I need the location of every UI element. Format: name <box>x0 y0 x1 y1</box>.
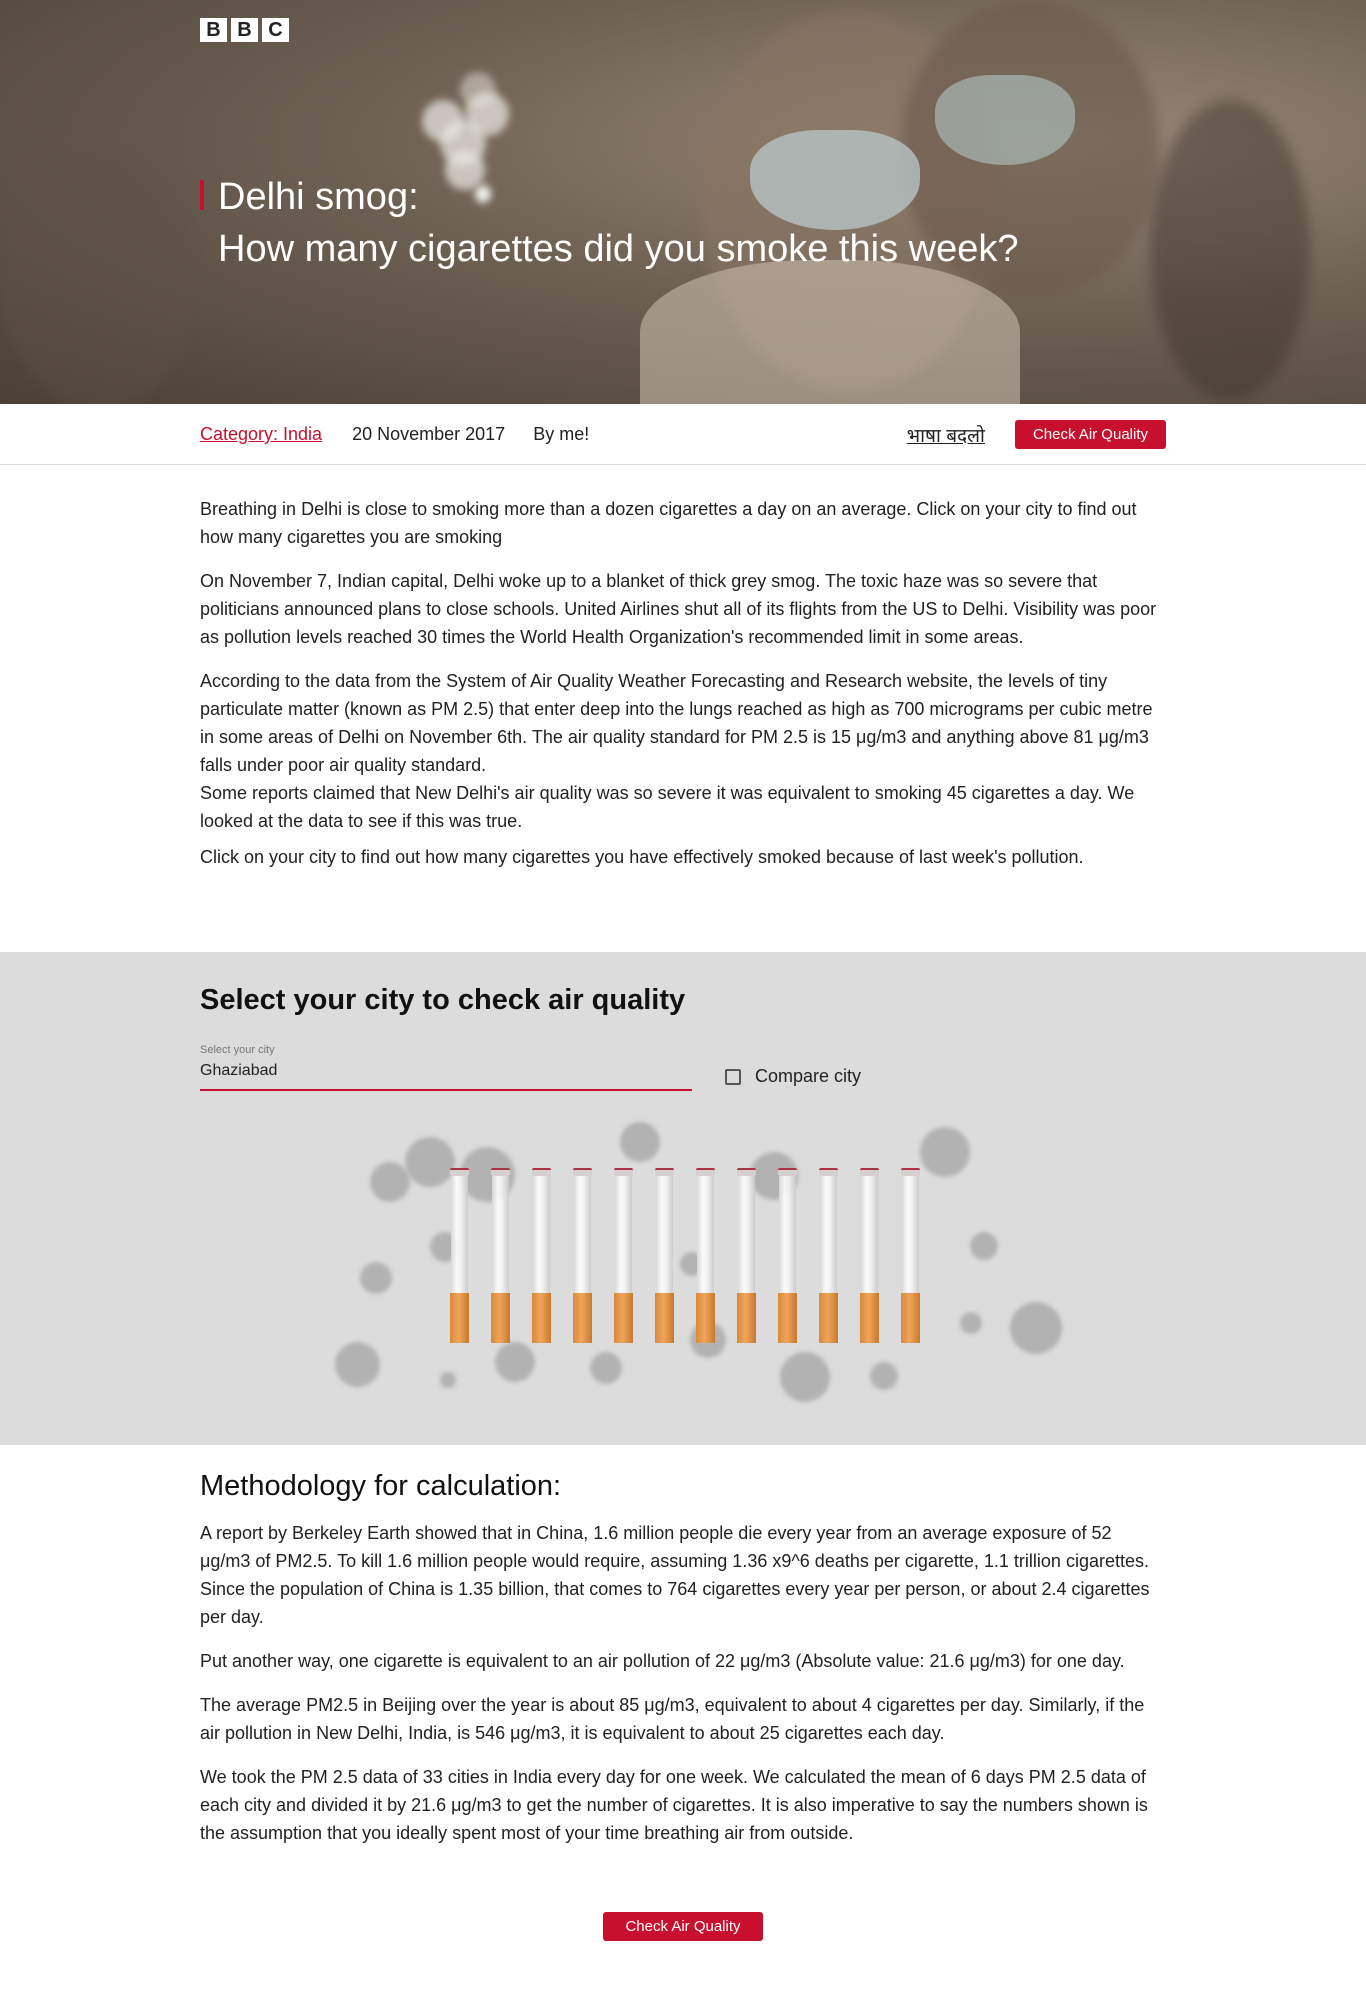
cigarette-icon <box>819 1168 838 1343</box>
author-byline: By me! <box>533 424 590 444</box>
meta-bar: Category: India 20 November 2017 By me! … <box>0 404 1366 465</box>
section-heading: Select your city to check air quality <box>200 984 686 1016</box>
methodology-paragraph: We took the PM 2.5 data of 33 cities in … <box>200 1767 1148 1843</box>
logo-letter: B <box>231 18 258 42</box>
methodology-heading: Methodology for calculation: <box>200 1470 562 1502</box>
hero-photo-shirt <box>640 260 1020 404</box>
bottom-check-air-quality-button[interactable]: Check Air Quality <box>603 1912 763 1941</box>
category-link[interactable]: Category: India <box>200 424 322 445</box>
cigarette-visualization <box>320 1122 1080 1422</box>
methodology-paragraph: Put another way, one cigarette is equiva… <box>200 1651 1125 1671</box>
smog-bubble <box>1010 1302 1062 1354</box>
cigarette-icon <box>532 1168 551 1343</box>
methodology-paragraph: The average PM2.5 in Beijing over the ye… <box>200 1695 1145 1743</box>
check-air-quality-button[interactable]: Check Air Quality <box>1014 420 1166 449</box>
article-paragraph: Breathing in Delhi is close to smoking m… <box>200 499 1137 547</box>
smog-bubble <box>870 1362 898 1390</box>
cigarette-icon <box>901 1168 920 1343</box>
page-title: Delhi smog: How many cigarettes did you … <box>200 172 1018 276</box>
article-paragraph: Some reports claimed that New Delhi's ai… <box>200 783 1135 831</box>
smog-bubble <box>620 1122 660 1162</box>
cigarette-icon <box>696 1168 715 1343</box>
smog-bubble <box>370 1162 410 1202</box>
smog-bubble <box>360 1262 392 1294</box>
smog-bubble <box>495 1342 535 1382</box>
select-underline <box>200 1089 692 1091</box>
cigarette-icon <box>491 1168 510 1343</box>
face-mask-image <box>935 75 1075 165</box>
bbc-logo[interactable]: B B C <box>200 18 289 42</box>
article-body: Breathing in Delhi is close to smoking m… <box>0 465 1366 871</box>
publish-date: 20 November 2017 <box>352 424 506 444</box>
logo-letter: B <box>200 18 227 42</box>
smog-bubble <box>920 1127 970 1177</box>
cigarette-icon <box>573 1168 592 1343</box>
smog-bubble <box>440 1372 456 1388</box>
title-line-1: Delhi smog: <box>218 176 419 218</box>
cigarette-icon <box>450 1168 469 1343</box>
methodology-paragraph: A report by Berkeley Earth showed that i… <box>200 1523 1150 1627</box>
title-accent-bar <box>200 180 204 210</box>
hero-banner: B B C Delhi smog: How many cigarettes di… <box>0 0 1366 404</box>
smog-bubble <box>780 1352 830 1402</box>
smog-bubble <box>405 1137 455 1187</box>
change-language-link[interactable]: भाषा बदलो <box>907 422 985 448</box>
city-select-label: Select your city <box>200 1044 275 1056</box>
title-line-2: How many cigarettes did you smoke this w… <box>218 228 1019 270</box>
compare-city-toggle[interactable]: Compare city <box>725 1066 861 1087</box>
cigarette-icon <box>778 1168 797 1343</box>
cigarette-icon <box>614 1168 633 1343</box>
smog-bubble <box>335 1342 380 1387</box>
smog-bubble <box>960 1312 982 1334</box>
hero-photo-figure <box>1150 100 1310 400</box>
smog-bubble <box>970 1232 998 1260</box>
article-paragraph: Click on your city to find out how many … <box>200 847 1084 867</box>
article-paragraph: According to the data from the System of… <box>200 671 1153 775</box>
methodology-section: Methodology for calculation: A report by… <box>200 1470 1166 1863</box>
hero-photo-figure <box>0 150 200 404</box>
compare-city-label: Compare city <box>755 1066 862 1086</box>
cigarette-icon <box>655 1168 674 1343</box>
compare-city-checkbox[interactable] <box>725 1068 741 1085</box>
cigarette-icon <box>737 1168 756 1343</box>
city-select-dropdown[interactable]: Ghaziabad <box>200 1062 277 1080</box>
smog-bubble <box>590 1352 622 1384</box>
city-selector-section: Select your city to check air quality Se… <box>0 952 1366 1445</box>
cigarette-icon <box>860 1168 879 1343</box>
logo-letter: C <box>262 18 289 42</box>
article-paragraph: On November 7, Indian capital, Delhi wok… <box>200 571 1157 647</box>
